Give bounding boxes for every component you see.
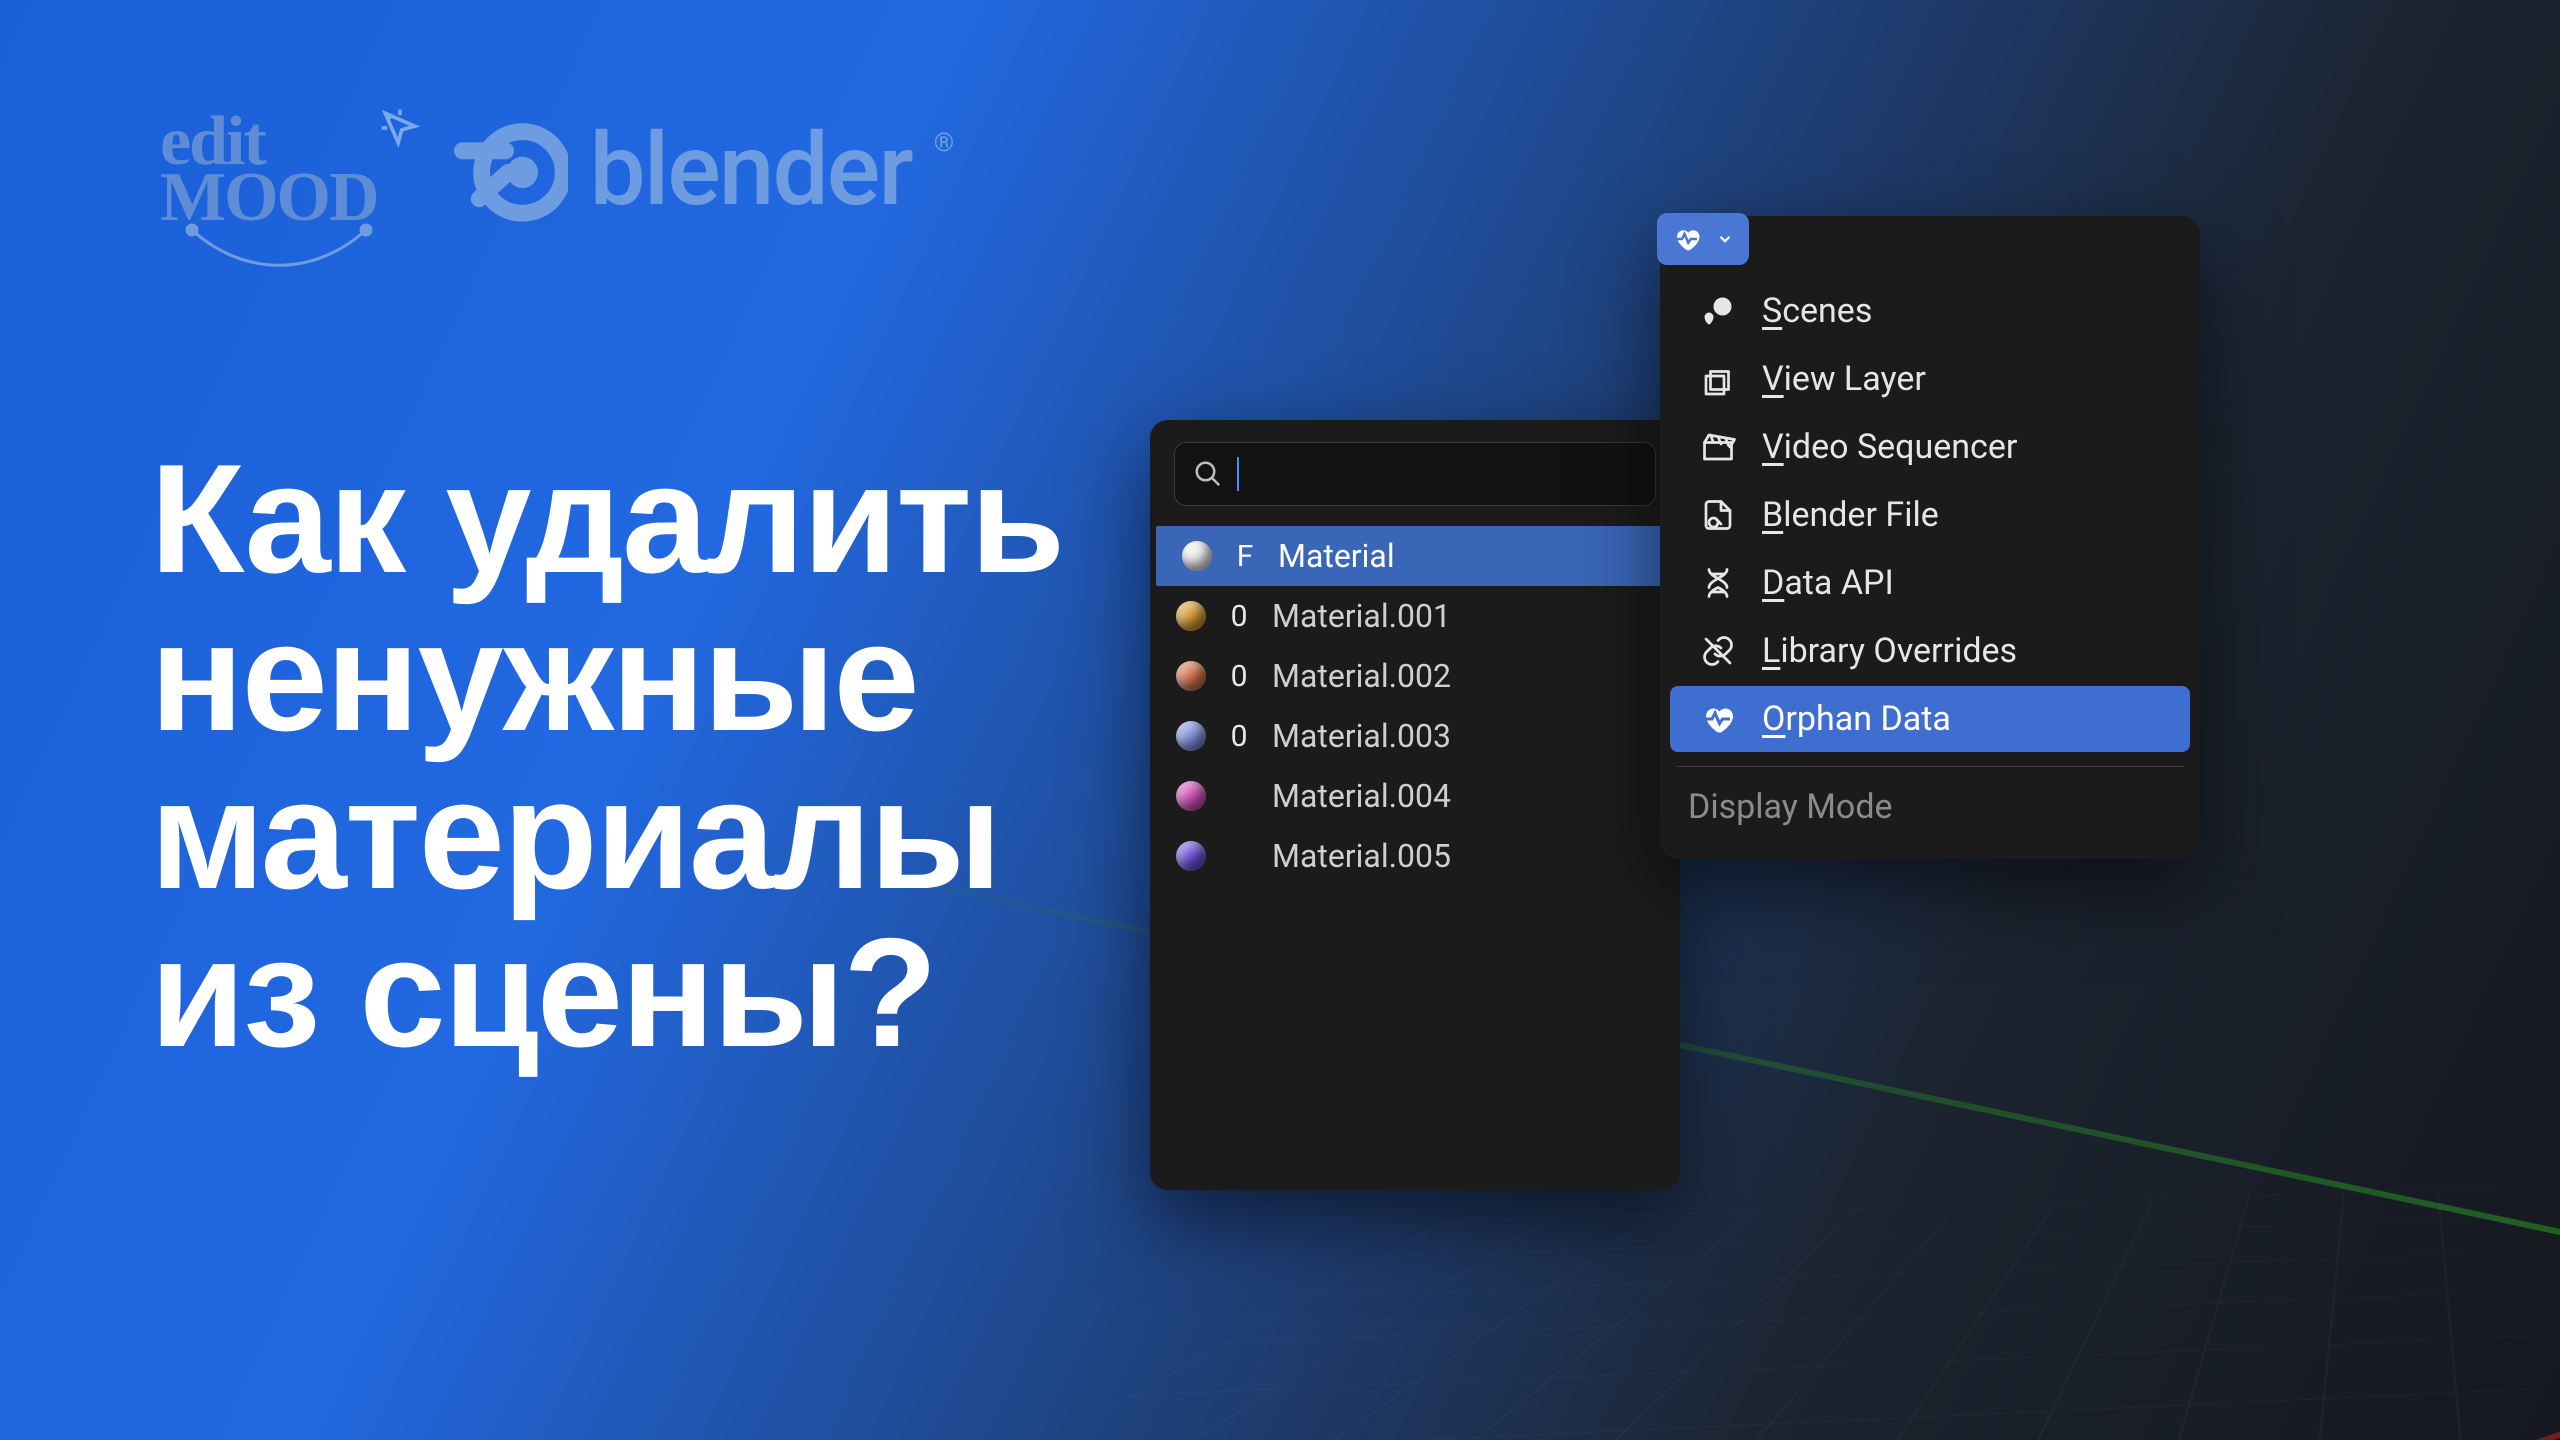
headline-line-3: материалы — [150, 756, 1063, 914]
menu-footer-label: Display Mode — [1660, 777, 2200, 833]
display-mode-menu: Scenes View Layer Video Sequencer Blender F… — [1660, 216, 2200, 859]
menu-item-video-sequencer[interactable]: Video Sequencer — [1670, 414, 2190, 480]
material-ball-icon — [1176, 781, 1206, 811]
menu-item-label: Video Sequencer — [1762, 427, 2017, 467]
menu-item-label: Data API — [1762, 563, 1894, 603]
menu-item-scenes[interactable]: Scenes — [1670, 278, 2190, 344]
material-prefix: F — [1232, 539, 1258, 574]
material-name: Material — [1278, 537, 1395, 575]
editmood-line2: MOOD — [160, 170, 378, 226]
material-prefix: 0 — [1226, 659, 1252, 694]
headline-line-2: ненужные — [150, 598, 1063, 756]
menu-item-label: Blender File — [1762, 495, 1939, 535]
material-name: Material.003 — [1272, 717, 1451, 755]
editmood-logo: edit MOOD — [160, 114, 378, 226]
chevron-down-icon — [1716, 230, 1734, 248]
menu-item-label: Orphan Data — [1762, 699, 1951, 739]
material-name: Material.001 — [1272, 597, 1451, 635]
material-ball-icon — [1176, 721, 1206, 751]
blender-icon — [448, 110, 568, 230]
material-prefix: 0 — [1226, 719, 1252, 754]
material-name: Material.002 — [1272, 657, 1451, 695]
material-name: Material.005 — [1272, 837, 1451, 875]
file-icon — [1698, 495, 1738, 535]
dna-icon — [1698, 563, 1738, 603]
menu-item-blender-file[interactable]: Blender File — [1670, 482, 2190, 548]
material-row[interactable]: F Material — [1156, 526, 1674, 586]
heart-icon — [1698, 699, 1738, 739]
material-ball-icon — [1176, 601, 1206, 631]
text-caret — [1237, 457, 1239, 491]
menu-item-label: Scenes — [1762, 291, 1872, 331]
menu-separator — [1676, 766, 2184, 767]
search-input[interactable] — [1174, 442, 1656, 506]
cursor-icon — [378, 106, 422, 150]
material-row[interactable]: 0 Material.002 — [1150, 646, 1680, 706]
material-prefix: 0 — [1226, 599, 1252, 634]
menu-item-orphan-data[interactable]: Orphan Data — [1670, 686, 2190, 752]
material-row[interactable]: 0 Material.003 — [1150, 706, 1680, 766]
link-icon — [1698, 631, 1738, 671]
clapper-icon — [1698, 427, 1738, 467]
material-row[interactable]: 0 Material.001 — [1150, 586, 1680, 646]
heart-pulse-icon — [1672, 224, 1702, 254]
material-row[interactable]: Material.005 — [1150, 826, 1680, 886]
registered-mark: ® — [934, 128, 954, 158]
headline: Как удалить ненужные материалы из сцены? — [150, 440, 1063, 1072]
menu-item-label: View Layer — [1762, 359, 1926, 399]
material-search-panel: F Material 0 Material.001 0 Material.002 0 Mate… — [1150, 420, 1680, 1190]
material-ball-icon — [1176, 841, 1206, 871]
display-mode-trigger[interactable] — [1657, 213, 1749, 265]
layers-icon — [1698, 359, 1738, 399]
blender-logo: blender ® — [448, 110, 955, 230]
menu-item-view-layer[interactable]: View Layer — [1670, 346, 2190, 412]
menu-item-data-api[interactable]: Data API — [1670, 550, 2190, 616]
scenes-icon — [1698, 291, 1738, 331]
viewport-grid — [817, 1187, 2560, 1440]
material-ball-icon — [1176, 661, 1206, 691]
menu-item-label: Library Overrides — [1762, 631, 2017, 671]
smile-icon — [184, 222, 374, 272]
material-name: Material.004 — [1272, 777, 1451, 815]
search-icon — [1193, 459, 1223, 489]
menu-item-library-overrides[interactable]: Library Overrides — [1670, 618, 2190, 684]
headline-line-4: из сцены? — [150, 914, 1063, 1072]
headline-line-1: Как удалить — [150, 440, 1063, 598]
material-ball-icon — [1182, 541, 1212, 571]
blender-wordmark: blender — [590, 112, 912, 229]
material-row[interactable]: Material.004 — [1150, 766, 1680, 826]
